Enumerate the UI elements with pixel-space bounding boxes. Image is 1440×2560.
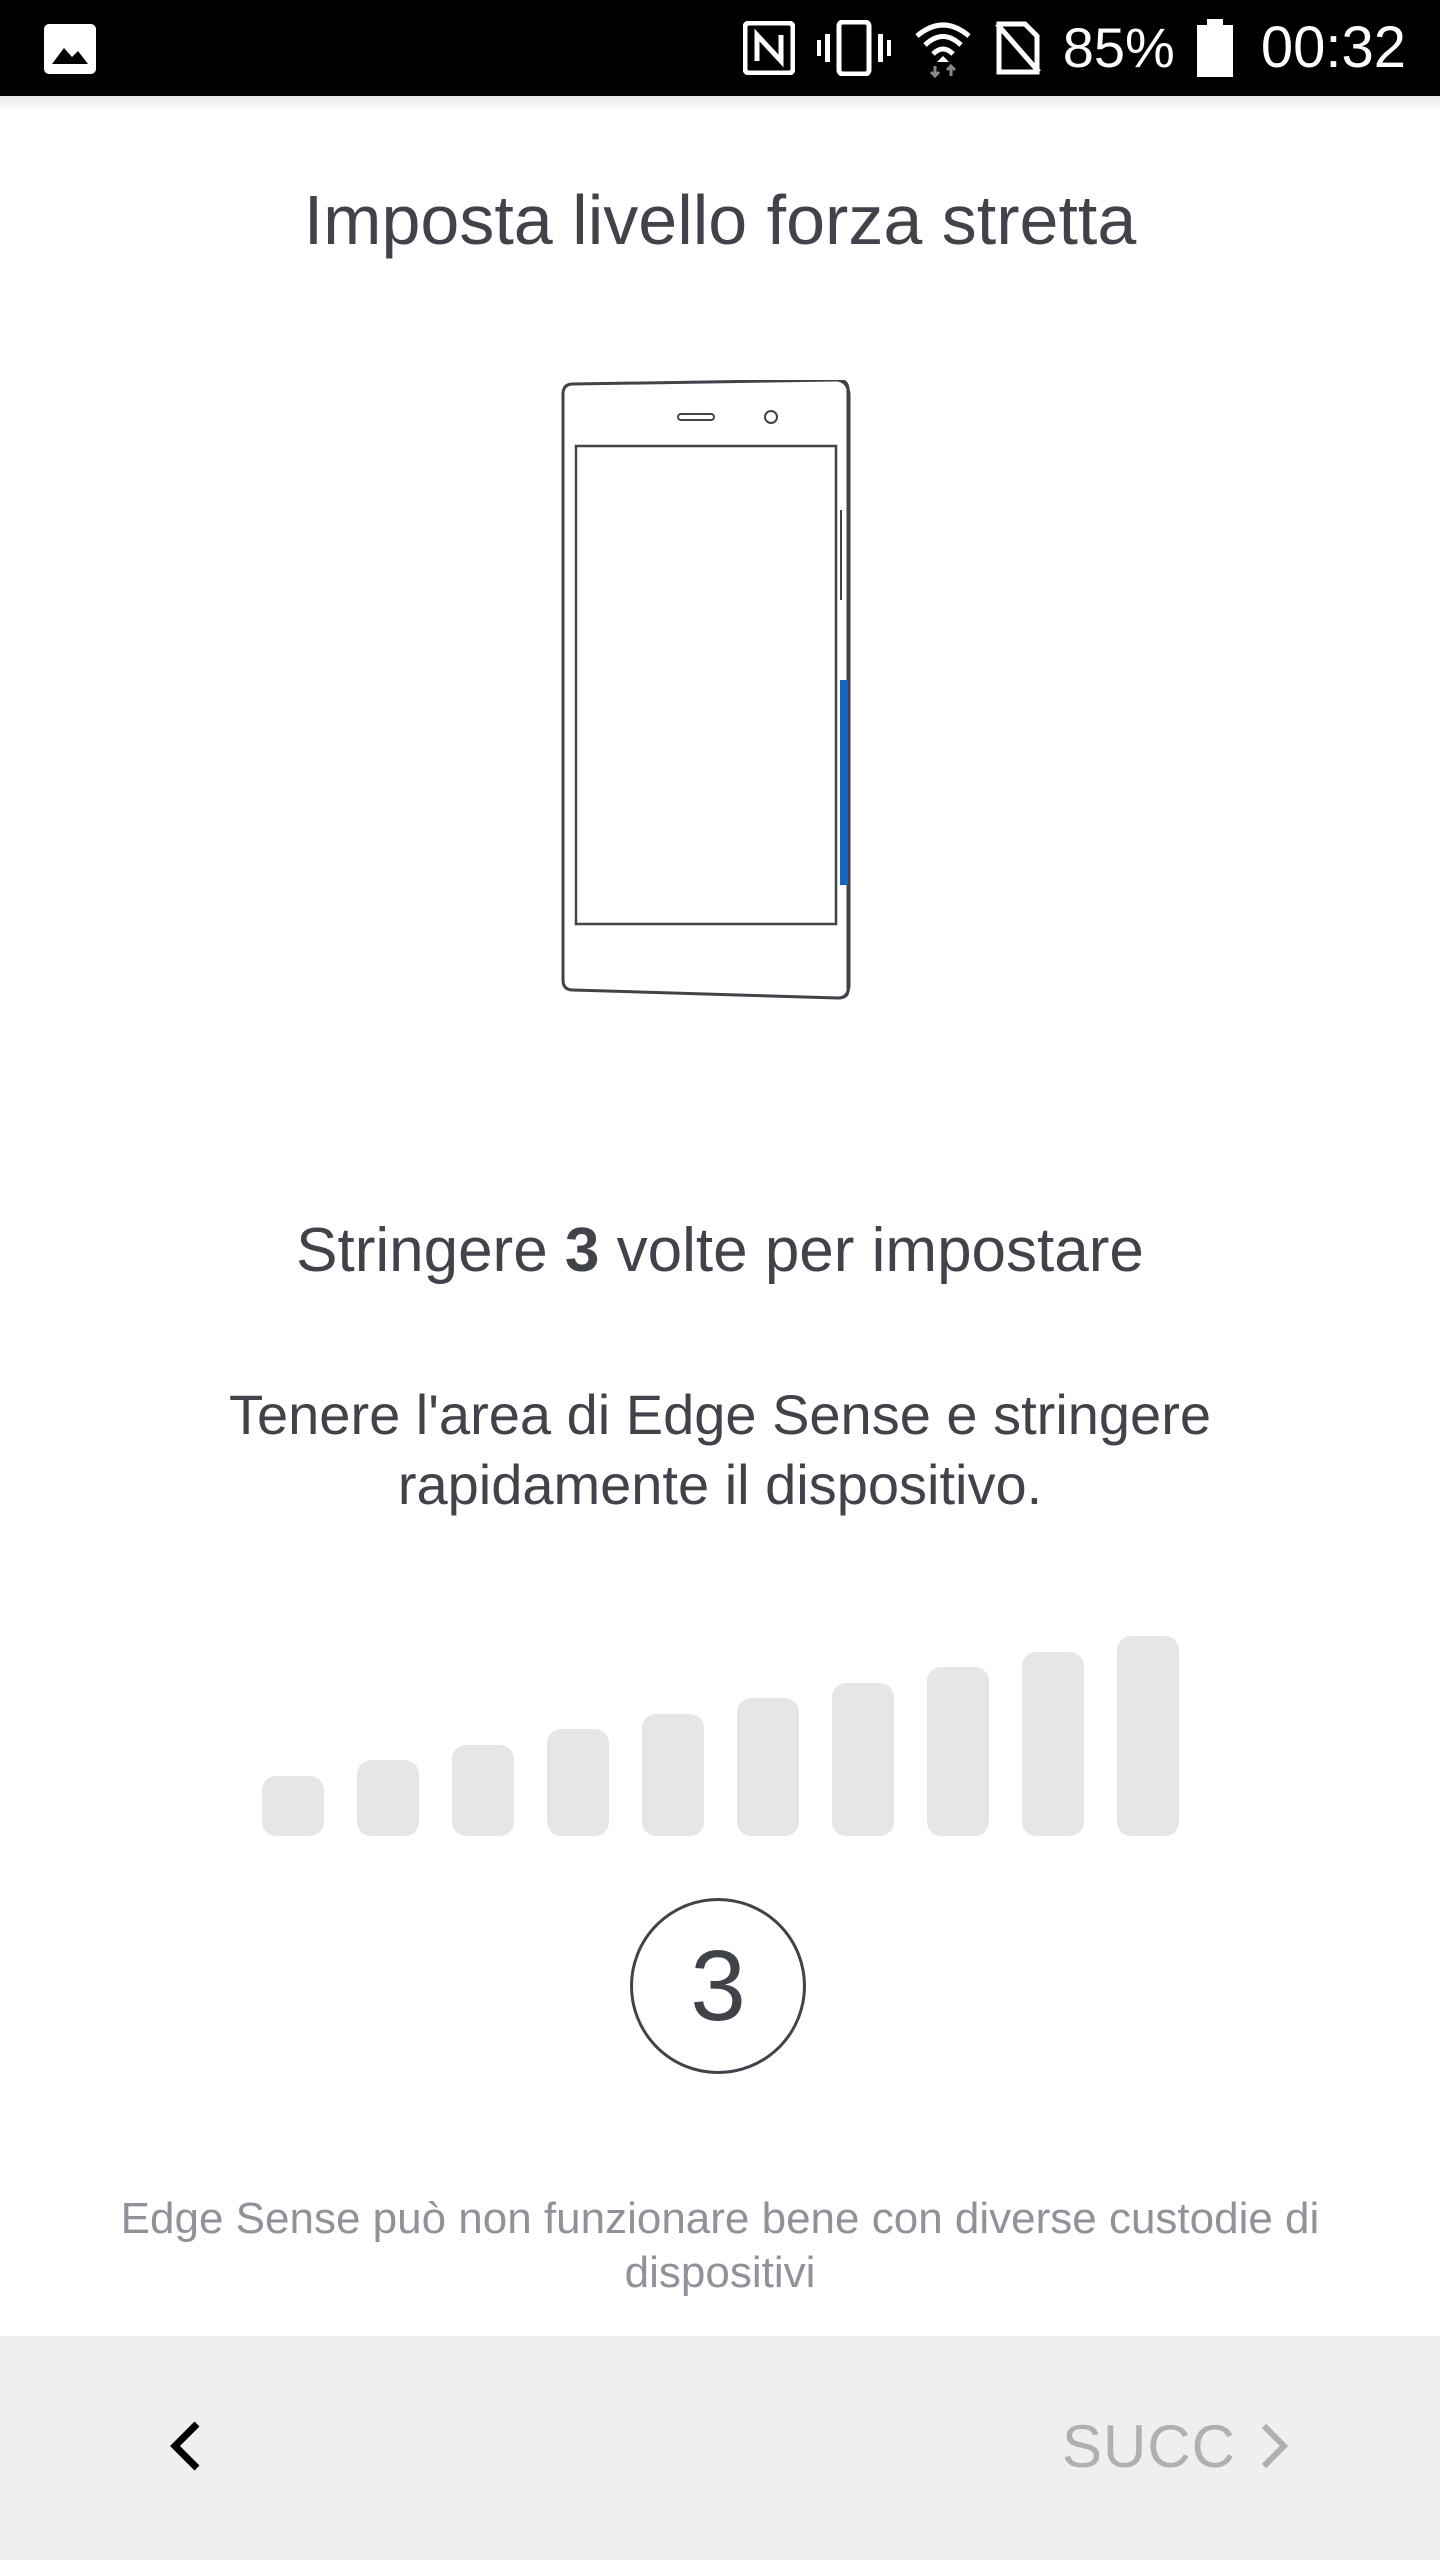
squeeze-level-bar <box>1022 1651 1084 1836</box>
squeeze-instruction: Stringere 3 volte per impostare <box>296 1216 1144 1285</box>
instruction-description: Tenere l'area di Edge Sense e stringere … <box>229 1383 1211 1516</box>
squeeze-level-bar <box>357 1760 419 1836</box>
nfc-icon <box>742 21 795 75</box>
vibrate-icon <box>816 20 891 76</box>
squeeze-level-bar <box>452 1744 514 1836</box>
clock: 00:32 <box>1260 15 1406 80</box>
page-title: Imposta livello forza stretta <box>303 181 1137 259</box>
case-warning: Edge Sense può non funzionare bene con d… <box>120 2194 1320 2297</box>
squeeze-level-bar <box>1117 1636 1179 1836</box>
squeeze-level-bar <box>832 1682 894 1836</box>
back-button[interactable] <box>150 2406 220 2486</box>
squeeze-level-bar <box>262 1776 324 1836</box>
squeeze-level-bar <box>927 1667 989 1836</box>
image-notification-icon <box>44 24 96 74</box>
battery-icon <box>1196 19 1233 77</box>
squeeze-level-bar <box>547 1729 609 1836</box>
battery-percentage: 85% <box>1062 16 1175 79</box>
bottom-navigation: SUCC <box>0 2336 1440 2560</box>
squeeze-level-bar <box>737 1698 799 1836</box>
status-bar: 85% 00:32 <box>0 0 1440 96</box>
status-bar-shadow <box>0 96 1440 110</box>
next-button[interactable]: SUCC <box>1062 2406 1290 2486</box>
no-sim-icon <box>994 21 1041 75</box>
chevron-right-icon <box>1261 2423 1289 2469</box>
edge-sense-area <box>840 680 848 885</box>
wifi-icon <box>915 22 971 78</box>
remaining-squeezes-counter: 3 <box>630 1898 806 2074</box>
squeeze-count: 3 <box>564 1216 600 1285</box>
squeeze-level-meter <box>0 1620 1440 1836</box>
chevron-left-icon <box>170 2421 200 2471</box>
phone-illustration <box>561 380 851 1000</box>
squeeze-level-bar <box>642 1713 704 1836</box>
next-label: SUCC <box>1061 2412 1236 2480</box>
